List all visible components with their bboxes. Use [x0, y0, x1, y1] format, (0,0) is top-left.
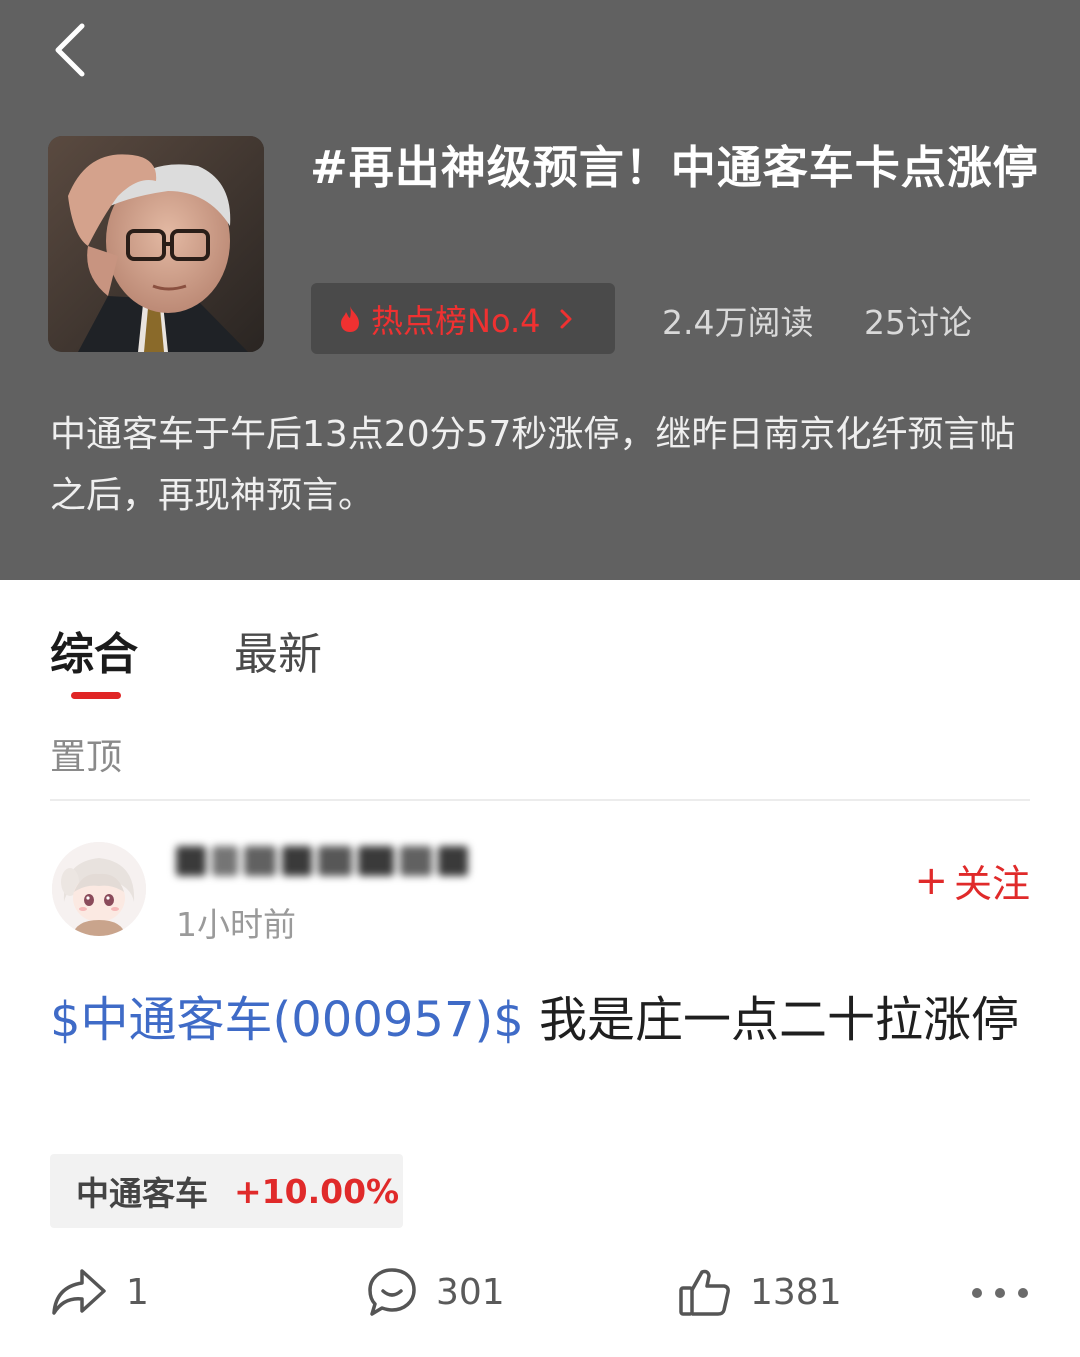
post-content: $中通客车(000957)$ 我是庄一点二十拉涨停 [50, 978, 1030, 1062]
like-button[interactable]: 1381 [678, 1262, 842, 1322]
stock-chip-name: 中通客车 [76, 1174, 208, 1213]
stock-chip[interactable]: 中通客车 +10.00% [50, 1154, 403, 1228]
follow-button[interactable]: + 关注 [914, 853, 1030, 908]
read-count: 2.4万阅读 [662, 303, 814, 342]
comment-count: 301 [436, 1271, 505, 1313]
topic-header: #再出神级预言！中通客车卡点涨停 热点榜No.4 2.4万阅读 25讨论 中通客… [0, 0, 1080, 580]
more-icon-dot [1018, 1288, 1028, 1298]
avatar[interactable] [52, 842, 146, 936]
more-button[interactable] [972, 1278, 1028, 1308]
more-icon-dot [995, 1288, 1005, 1298]
post-text: 我是庄一点二十拉涨停 [523, 992, 1020, 1048]
divider [50, 799, 1030, 801]
stock-chip-change: +10.00% [234, 1171, 400, 1211]
share-count: 1 [126, 1271, 149, 1313]
back-button[interactable] [40, 18, 100, 82]
flame-icon [339, 305, 361, 333]
comment-icon [368, 1268, 416, 1316]
active-tab-indicator [71, 692, 121, 699]
tab-comprehensive[interactable]: 综合 [50, 618, 138, 682]
stock-mention-link[interactable]: $中通客车(000957)$ [50, 992, 524, 1048]
thumbs-up-icon [679, 1269, 730, 1316]
topic-cover-image [48, 136, 264, 352]
topic-description: 中通客车于午后13点20分57秒涨停，继昨日南京化纤预言帖之后，再现神预言。 [50, 414, 1016, 516]
hot-rank-badge[interactable]: 热点榜No.4 [311, 283, 615, 354]
discussion-count: 25讨论 [864, 303, 972, 342]
back-arrow-icon [55, 23, 85, 77]
comment-button[interactable]: 301 [366, 1262, 505, 1322]
plus-icon: + [914, 857, 948, 904]
share-icon [52, 1269, 106, 1315]
like-count: 1381 [750, 1271, 842, 1313]
topic-title: #再出神级预言！中通客车卡点涨停 [310, 141, 1039, 194]
share-button[interactable]: 1 [50, 1262, 149, 1322]
tab-latest[interactable]: 最新 [234, 618, 322, 682]
follow-label: 关注 [953, 862, 1030, 906]
username-redacted[interactable] [176, 846, 474, 876]
post-time: 1小时前 [176, 905, 296, 944]
pinned-label: 置顶 [50, 737, 123, 778]
hot-rank-label: 热点榜No.4 [371, 301, 541, 340]
chevron-right-icon [559, 308, 573, 330]
more-icon-dot [972, 1288, 982, 1298]
